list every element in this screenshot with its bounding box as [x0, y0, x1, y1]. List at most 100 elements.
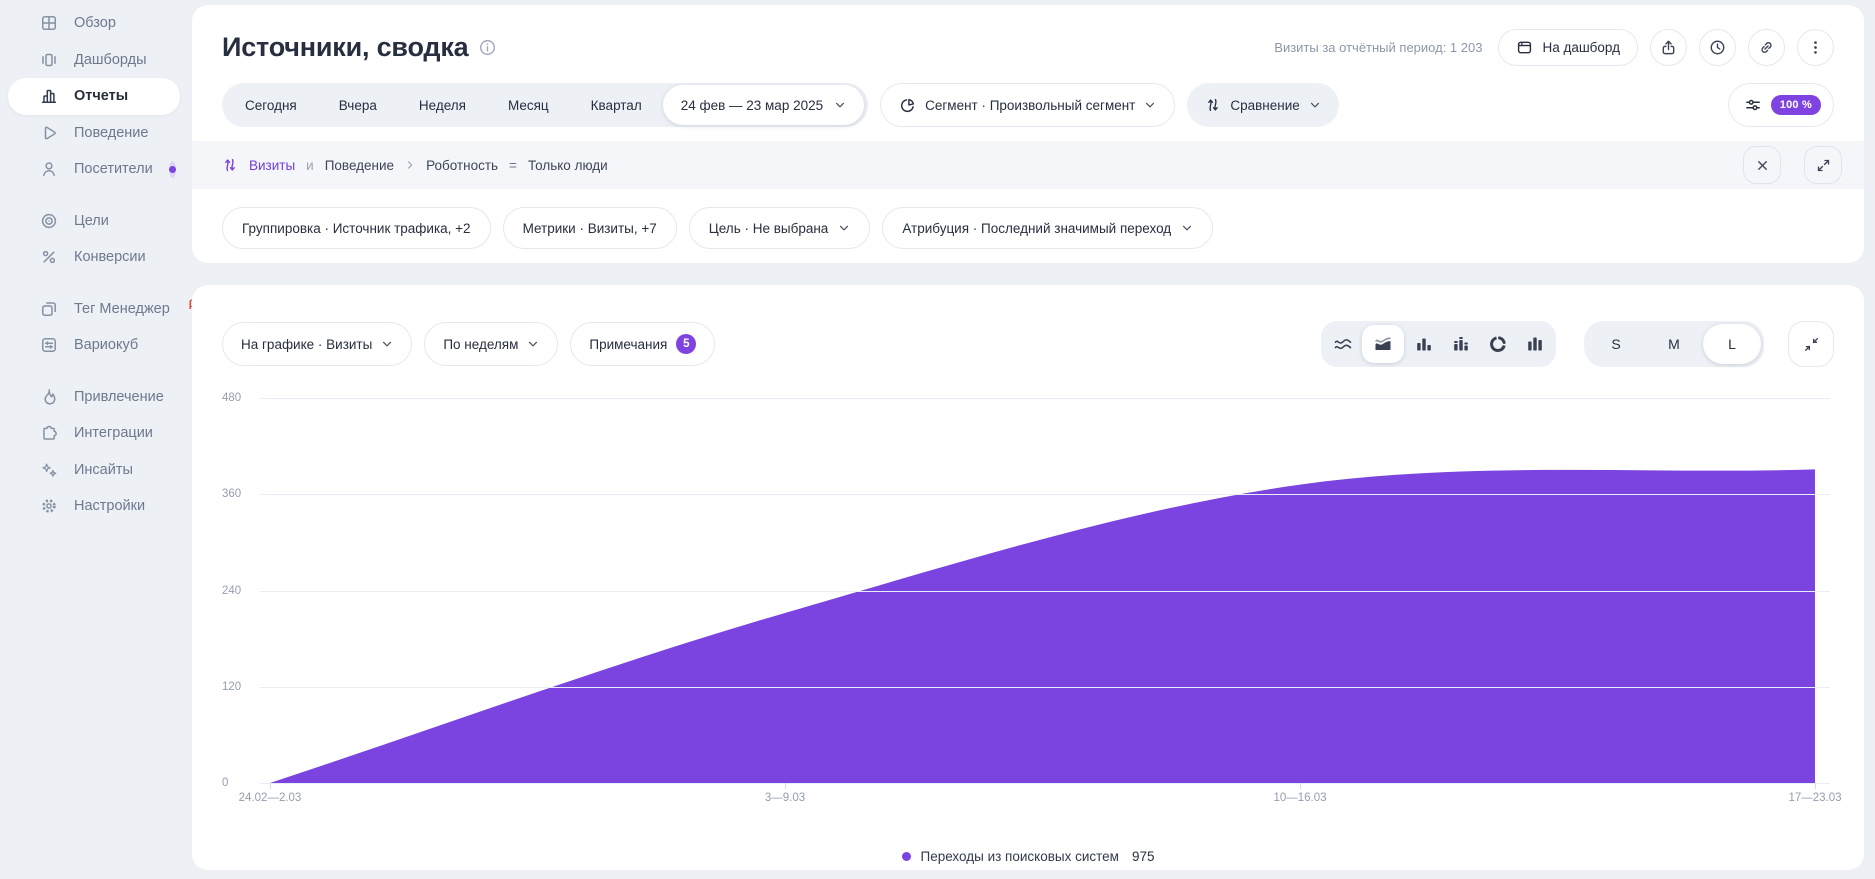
- sidebar-item-label: Конверсии: [74, 249, 146, 265]
- sidebar-item-variocube[interactable]: Вариокуб: [8, 327, 180, 364]
- sidebar-item-behavior[interactable]: Поведение: [8, 115, 180, 152]
- chevron-right-icon: [405, 160, 415, 170]
- metrics-label: Метрики · Визиты, +7: [523, 221, 657, 236]
- legend-label: Переходы из поисковых систем: [921, 849, 1119, 864]
- compare-button[interactable]: Сравнение: [1187, 83, 1338, 127]
- y-axis-label: 0: [222, 777, 228, 789]
- chart-card: На графике · Визиты По неделям Примечани…: [192, 285, 1864, 870]
- x-axis-tick: [270, 783, 271, 789]
- metrics-button[interactable]: Метрики · Визиты, +7: [503, 207, 677, 249]
- gridline: [260, 591, 1830, 592]
- sidebar-item-goals[interactable]: Цели: [8, 203, 180, 240]
- history-button[interactable]: [1699, 29, 1736, 66]
- x-axis-tick: [1815, 783, 1816, 789]
- tab-today[interactable]: Сегодня: [224, 83, 318, 127]
- segment-selector[interactable]: Сегмент · Произвольный сегмент: [880, 83, 1175, 127]
- size-s-button[interactable]: S: [1587, 324, 1645, 364]
- segment-chain-value[interactable]: Только люди: [528, 158, 608, 173]
- sidebar-item-label: Посетители: [74, 161, 153, 177]
- chart-type-area-button[interactable]: [1362, 325, 1404, 363]
- sidebar-item-settings[interactable]: Настройки: [8, 488, 180, 525]
- grouping-button[interactable]: Группировка · Источник трафика, +2: [222, 207, 491, 249]
- target-icon: [40, 212, 58, 230]
- on-chart-label: На графике · Визиты: [241, 337, 372, 352]
- flame-icon: [40, 388, 58, 406]
- attribution-selector[interactable]: Атрибуция · Последний значимый переход: [882, 207, 1213, 249]
- sidebar-item-conversions[interactable]: Конверсии: [8, 239, 180, 276]
- granularity-label: По неделям: [443, 337, 518, 352]
- tab-week[interactable]: Неделя: [398, 83, 487, 127]
- sidebar-item-label: Тег Менеджер: [74, 301, 170, 317]
- chart-plot: 012024036048024.02—2.033—9.0310—16.0317—…: [222, 398, 1830, 783]
- chart-type-lines-button[interactable]: [1325, 325, 1360, 363]
- x-axis-label: 10—16.03: [1273, 792, 1326, 804]
- chart-legend[interactable]: Переходы из поисковых систем 975: [192, 849, 1864, 864]
- sparkles-icon: [40, 461, 58, 479]
- sidebar-item-label: Дашборды: [74, 52, 147, 68]
- x-axis-tick: [1300, 783, 1301, 789]
- tab-quarter[interactable]: Квартал: [570, 83, 663, 127]
- app-root: Обзор Дашборды Отчеты Поведение Посетите…: [0, 0, 1875, 879]
- segment-chain-conjunction: и: [306, 158, 314, 173]
- segment-chain-attribute[interactable]: Роботность: [426, 158, 498, 173]
- sidebar-item-label: Настройки: [74, 498, 145, 514]
- chevron-down-icon: [527, 338, 539, 350]
- to-dashboard-label: На дашборд: [1542, 40, 1620, 55]
- sidebar: Обзор Дашборды Отчеты Поведение Посетите…: [0, 0, 192, 879]
- variocube-icon: [40, 336, 58, 354]
- tab-yesterday[interactable]: Вчера: [318, 83, 398, 127]
- y-axis-label: 240: [222, 585, 241, 597]
- sidebar-item-reports[interactable]: Отчеты: [8, 78, 180, 115]
- granularity-selector[interactable]: По неделям: [424, 322, 558, 366]
- visits-summary: Визиты за отчётный период: 1 203: [1274, 40, 1482, 55]
- chart-controls-row: На графике · Визиты По неделям Примечани…: [222, 321, 1834, 367]
- gear-icon: [40, 497, 58, 515]
- sidebar-item-integrations[interactable]: Интеграции: [8, 415, 180, 452]
- on-chart-metric-selector[interactable]: На графике · Визиты: [222, 322, 412, 366]
- sidebar-item-tag-manager[interactable]: Тег Менеджер β: [8, 291, 180, 328]
- visitors-icon: [40, 160, 58, 178]
- sidebar-item-insights[interactable]: Инсайты: [8, 452, 180, 489]
- gridline: [260, 494, 1830, 495]
- segment-chain-metric[interactable]: Визиты: [249, 158, 295, 173]
- date-range-picker[interactable]: 24 фев — 23 мар 2025: [663, 85, 864, 125]
- segment-label: Сегмент · Произвольный сегмент: [925, 98, 1135, 113]
- sliders-icon: [1744, 96, 1762, 114]
- chart-type-stacked-button[interactable]: [1443, 325, 1478, 363]
- clear-segment-button[interactable]: [1743, 146, 1781, 184]
- grid-icon: [40, 14, 58, 32]
- copy-link-button[interactable]: [1748, 29, 1785, 66]
- collapse-chart-button[interactable]: [1788, 321, 1834, 367]
- more-actions-button[interactable]: [1797, 29, 1834, 66]
- sampling-settings-button[interactable]: 100 %: [1728, 83, 1834, 127]
- to-dashboard-button[interactable]: На дашборд: [1498, 29, 1638, 66]
- segment-chain-group[interactable]: Поведение: [325, 158, 394, 173]
- page-title: Источники, сводка: [222, 32, 468, 63]
- reports-icon: [40, 87, 58, 105]
- sidebar-item-visitors[interactable]: Посетители: [8, 151, 180, 188]
- gridline: [260, 687, 1830, 688]
- chevron-down-icon: [838, 222, 850, 234]
- sidebar-item-acquisition[interactable]: Привлечение: [8, 379, 180, 416]
- goal-selector[interactable]: Цель · Не выбрана: [689, 207, 871, 249]
- sidebar-group-divider: [0, 276, 192, 291]
- tab-month[interactable]: Месяц: [487, 83, 570, 127]
- legend-dot: [902, 852, 911, 861]
- size-l-button[interactable]: L: [1703, 324, 1761, 364]
- sidebar-item-overview[interactable]: Обзор: [8, 5, 180, 42]
- chevron-down-icon: [381, 338, 393, 350]
- sidebar-item-label: Интеграции: [74, 425, 153, 441]
- share-button[interactable]: [1650, 29, 1687, 66]
- notes-label: Примечания: [589, 337, 667, 352]
- visitors-notification-badge: [169, 161, 176, 178]
- chart-type-bars-button[interactable]: [1406, 325, 1441, 363]
- size-m-button[interactable]: M: [1645, 324, 1703, 364]
- chart-type-pie-button[interactable]: [1480, 325, 1515, 363]
- dashboards-icon: [40, 51, 58, 69]
- sidebar-item-dashboards[interactable]: Дашборды: [8, 42, 180, 79]
- chart-type-columns-button[interactable]: [1517, 325, 1552, 363]
- report-header-card: Источники, сводка Визиты за отчётный пер…: [192, 5, 1864, 263]
- expand-segment-button[interactable]: [1804, 146, 1842, 184]
- info-icon[interactable]: [479, 39, 496, 56]
- notes-button[interactable]: Примечания 5: [570, 322, 715, 366]
